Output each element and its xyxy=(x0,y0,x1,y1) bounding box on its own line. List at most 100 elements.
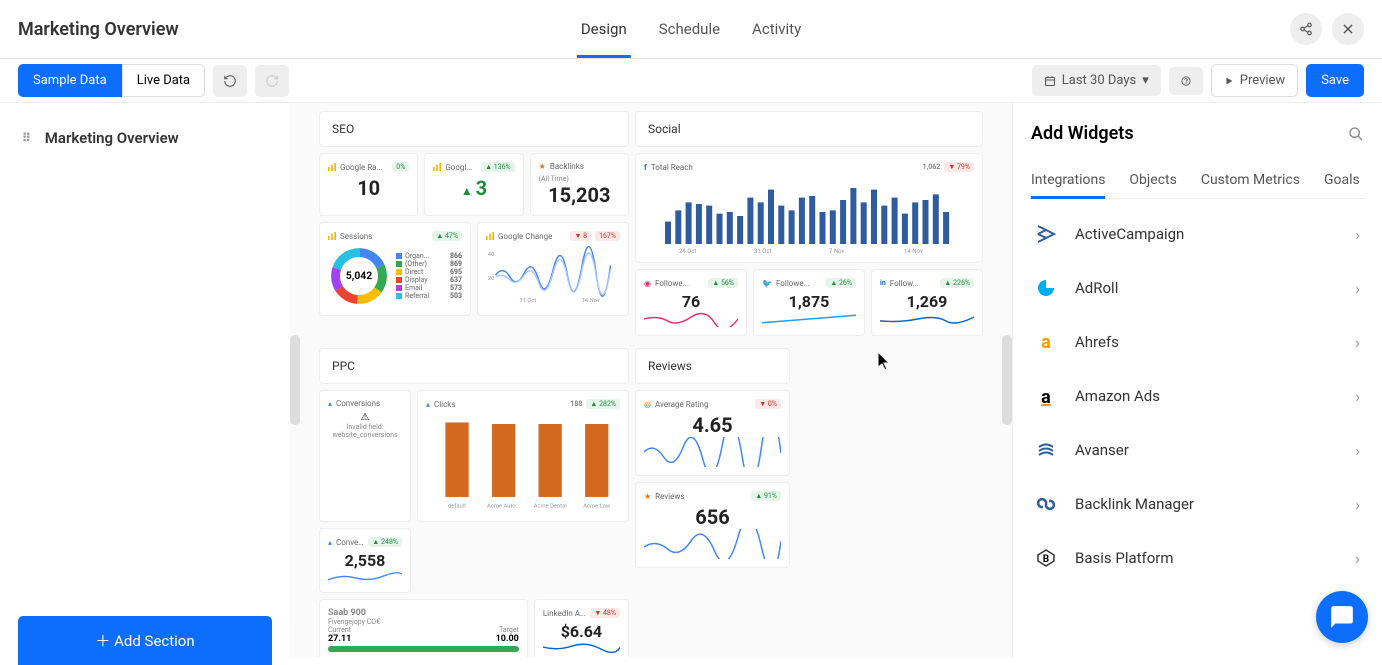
help-button[interactable] xyxy=(1169,67,1203,95)
integration-name: Amazon Ads xyxy=(1075,387,1337,405)
search-icon[interactable] xyxy=(1348,126,1364,142)
share-button[interactable] xyxy=(1290,13,1322,45)
chevron-right-icon: › xyxy=(1355,225,1360,244)
chat-button[interactable] xyxy=(1316,591,1368,643)
integration-name: AdRoll xyxy=(1075,279,1337,297)
play-icon xyxy=(1224,76,1234,86)
tab-schedule[interactable]: Schedule xyxy=(655,0,724,58)
live-data-button[interactable]: Live Data xyxy=(122,64,205,97)
drag-handle-icon[interactable]: ⠿ xyxy=(22,131,31,145)
widget-backlinks[interactable]: ★Backlinks (All Time) 15,203 xyxy=(530,153,629,216)
svg-text:Acme Dental: Acme Dental xyxy=(534,504,567,510)
analytics-icon xyxy=(433,163,441,171)
integration-item[interactable]: AdRoll› xyxy=(1031,261,1364,315)
widget-panel: Add Widgets Integrations Objects Custom … xyxy=(1012,103,1382,657)
legend-item: Email573 xyxy=(396,284,462,292)
resize-grip-left[interactable] xyxy=(290,335,300,425)
save-button[interactable]: Save xyxy=(1306,64,1364,97)
svg-text:31 Oct: 31 Oct xyxy=(754,248,772,254)
undo-button[interactable] xyxy=(213,65,247,97)
widget-sessions[interactable]: Sessions▲ 47% 5,042 xyxy=(319,222,471,316)
ppc-section-header[interactable]: PPC xyxy=(319,348,629,384)
integration-item[interactable]: aAmazon Ads› xyxy=(1031,369,1364,423)
integration-icon: a xyxy=(1035,385,1057,407)
legend-item: Display637 xyxy=(396,276,462,284)
integration-item[interactable]: aAhrefs› xyxy=(1031,315,1364,369)
legend-item: (Other)869 xyxy=(396,260,462,268)
widget-instagram-followers[interactable]: ◉Followe...▲ 56% 76 xyxy=(635,269,747,336)
integration-item[interactable]: ActiveCampaign › xyxy=(1031,207,1364,261)
widget-total-reach[interactable]: fTotal Reach1,062▼ 79% 24 Oct31 Oct7 Nov… xyxy=(635,153,983,263)
integration-name: Ahrefs xyxy=(1075,333,1337,351)
widget-tabs: Integrations Objects Custom Metrics Goal… xyxy=(1031,162,1364,199)
reviews-section-header[interactable]: Reviews xyxy=(635,348,790,384)
widget-average-rating[interactable]: ◎Average Rating▼ 0% 4.65 xyxy=(635,390,790,476)
tab-custom-metrics[interactable]: Custom Metrics xyxy=(1201,162,1300,198)
facebook-icon: f xyxy=(644,163,647,172)
add-section-button[interactable]: ＋ Add Section xyxy=(18,616,272,665)
widget-panel-title: Add Widgets xyxy=(1031,123,1134,144)
linkedin-icon: in xyxy=(880,279,886,287)
widget-google[interactable]: Googl...▲ 136% ▲ 3 xyxy=(424,153,523,216)
data-mode-toggle: Sample Data Live Data xyxy=(18,64,205,97)
widget-reviews-count[interactable]: ★Reviews▲ 91% 656 xyxy=(635,482,790,568)
integration-item[interactable]: Avanser› xyxy=(1031,423,1364,477)
svg-text:24 Oct: 24 Oct xyxy=(679,248,697,254)
chevron-right-icon: › xyxy=(1355,333,1360,352)
topbar: Marketing Overview Design Schedule Activ… xyxy=(0,0,1382,59)
sparkline xyxy=(543,641,620,655)
close-icon xyxy=(1341,22,1355,36)
page-title: Marketing Overview xyxy=(18,19,179,40)
svg-text:Acme Law: Acme Law xyxy=(583,504,611,510)
analytics-icon xyxy=(328,232,336,240)
widget-clicks[interactable]: ▴Clicks188▲ 282% defaultAcme Auto...Acme… xyxy=(417,390,629,522)
section-item[interactable]: ⠿ Marketing Overview xyxy=(18,119,272,157)
instagram-icon: ◉ xyxy=(644,279,651,288)
widget-conversions[interactable]: ▴Conve...▲ 248% 2,558 xyxy=(319,528,411,593)
resize-grip-right[interactable] xyxy=(1002,335,1012,425)
sparkline xyxy=(644,311,738,327)
integration-name: ActiveCampaign xyxy=(1075,225,1337,243)
svg-text:5,042: 5,042 xyxy=(346,269,372,282)
integration-name: Backlink Manager xyxy=(1075,495,1337,513)
close-button[interactable] xyxy=(1332,13,1364,45)
dashboard-canvas[interactable]: SEO Google Ra...0% 10 Googl...▲ 136% ▲ 3… xyxy=(290,103,1012,657)
twitter-icon: 🐦 xyxy=(762,279,772,288)
integration-item[interactable]: Backlink Manager› xyxy=(1031,477,1364,531)
widget-linkedin-followers[interactable]: inFollow...▲ 226% 1,269 xyxy=(871,269,983,336)
widget-saab[interactable]: Saab 900 Fivengejopy CO€ CurrentTarget 2… xyxy=(319,599,528,657)
preview-button[interactable]: Preview xyxy=(1211,64,1298,97)
date-range-picker[interactable]: Last 30 Days ▾ xyxy=(1032,65,1161,96)
integration-icon xyxy=(1035,277,1057,299)
svg-text:31 Oct: 31 Oct xyxy=(520,298,537,304)
integration-item[interactable]: BBasis Platform› xyxy=(1031,531,1364,585)
tab-design[interactable]: Design xyxy=(577,0,631,58)
widget-conversions-error[interactable]: ▴Conversions ⚠ Invalid field: website_co… xyxy=(319,390,411,522)
tab-integrations[interactable]: Integrations xyxy=(1031,162,1105,198)
tab-objects[interactable]: Objects xyxy=(1129,162,1176,198)
tab-goals[interactable]: Goals xyxy=(1324,162,1360,198)
sample-data-button[interactable]: Sample Data xyxy=(18,64,122,97)
caret-down-icon: ▾ xyxy=(1142,73,1149,88)
legend-item: Organ...866 xyxy=(396,252,462,260)
analytics-icon xyxy=(328,163,336,171)
widget-google-change[interactable]: Google Change▼ 8167% 40 20 31 Oct 14 Nov xyxy=(477,222,629,316)
social-section-header[interactable]: Social xyxy=(635,111,983,147)
svg-text:14 Nov: 14 Nov xyxy=(904,248,923,254)
redo-icon xyxy=(265,74,279,88)
tab-activity[interactable]: Activity xyxy=(748,0,805,58)
integration-icon xyxy=(1035,439,1057,461)
seo-section-header[interactable]: SEO xyxy=(319,111,629,147)
bar-chart: defaultAcme Auto...Acme DentalAcme Law xyxy=(426,413,620,513)
bar-chart: 24 Oct31 Oct7 Nov14 Nov xyxy=(644,176,974,254)
svg-text:default: default xyxy=(448,503,466,510)
widget-twitter-followers[interactable]: 🐦Followe...▲ 26% 1,875 xyxy=(753,269,865,336)
redo-button[interactable] xyxy=(255,65,289,97)
sparkline xyxy=(644,529,781,559)
widget-linkedin-ads[interactable]: LinkedIn Ads...▼ 48% $6.64 xyxy=(534,599,629,657)
widget-google-rank[interactable]: Google Ra...0% 10 xyxy=(319,153,418,216)
legend-item: Referral503 xyxy=(396,292,462,300)
integration-name: Avanser xyxy=(1075,441,1337,459)
plus-icon: ＋ xyxy=(95,632,110,650)
ads-icon: ▴ xyxy=(426,400,430,409)
